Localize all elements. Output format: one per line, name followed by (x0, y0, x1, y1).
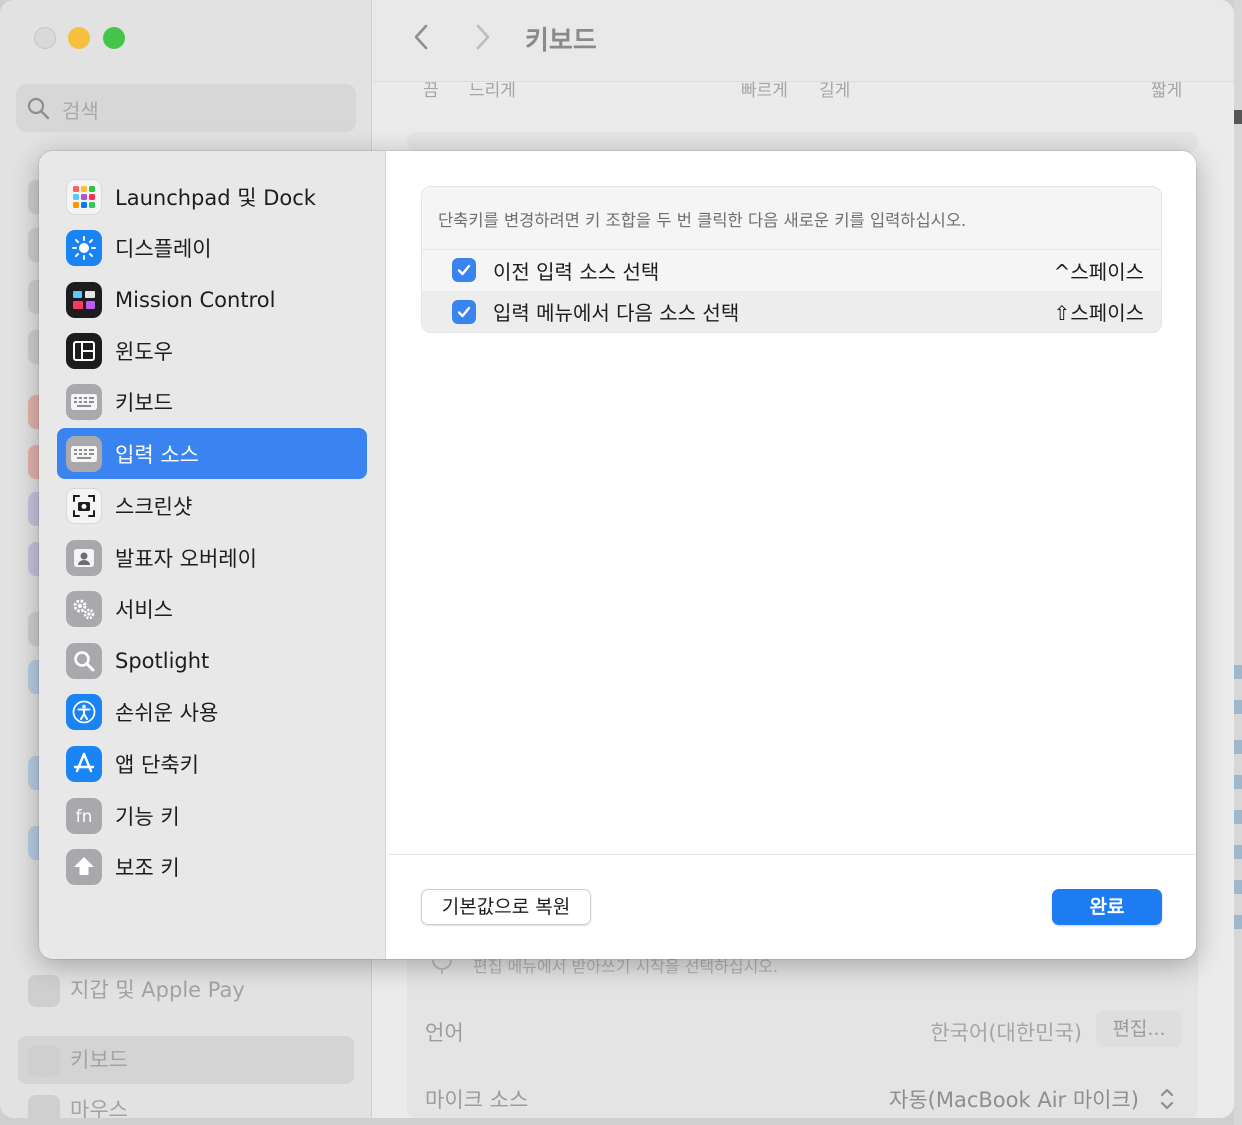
done-button[interactable]: 완료 (1052, 889, 1162, 925)
category-label: 스크린샷 (115, 494, 193, 519)
popup-stepper-icon[interactable] (1156, 1084, 1178, 1114)
category-presenter-overlay[interactable]: 발표자 오버레이 (57, 532, 367, 583)
category-windows[interactable]: 윈도우 (57, 325, 367, 376)
category-accessibility[interactable]: 손쉬운 사용 (57, 686, 367, 737)
edge-mark (1234, 775, 1242, 789)
display-icon (66, 229, 102, 266)
sidebar-item-wallet[interactable]: 지갑 및 Apple Pay (28, 974, 245, 1007)
forward-chevron-icon[interactable] (465, 20, 499, 54)
category-label: 앱 단축키 (115, 752, 199, 777)
app-shortcuts-icon (66, 745, 102, 782)
category-function-keys[interactable]: fn 기능 키 (57, 790, 367, 841)
category-label: 손쉬운 사용 (115, 700, 219, 725)
services-icon (66, 590, 102, 627)
edge-mark (1234, 915, 1242, 929)
category-label: 디스플레이 (115, 236, 212, 261)
function-keys-icon: fn (66, 797, 102, 834)
edge-mark (1234, 665, 1242, 679)
edge-mark (1234, 845, 1242, 859)
category-displays[interactable]: 디스플레이 (57, 222, 367, 273)
sidebar-item-keyboard[interactable]: 키보드 (28, 1044, 128, 1077)
category-launchpad-dock[interactable]: Launchpad 및 Dock (57, 171, 367, 222)
window-close-button[interactable] (34, 27, 56, 49)
category-spotlight[interactable]: Spotlight (57, 635, 367, 686)
category-input-sources[interactable]: 입력 소스 (57, 428, 367, 479)
shortcut-label: 이전 입력 소스 선택 (493, 259, 660, 284)
shortcut-keys[interactable]: ^스페이스 (1054, 256, 1144, 285)
category-label: 윈도우 (115, 339, 173, 364)
category-label: 발표자 오버레이 (115, 546, 257, 571)
adjacent-window-edge (1234, 0, 1242, 1125)
search-icon (27, 97, 50, 120)
keyboard-shortcuts-sheet: Launchpad 및 Dock 디스플레이 Mission Control 윈… (39, 151, 1196, 959)
toolbar: 키보드 (373, 0, 1234, 82)
category-modifier-keys[interactable]: 보조 키 (57, 841, 367, 892)
shortcut-row-next-source[interactable]: 입력 메뉴에서 다음 소스 선택 ⇧스페이스 (422, 291, 1161, 332)
category-label: 입력 소스 (115, 442, 199, 467)
screenshot-icon (66, 487, 102, 524)
spotlight-icon (66, 642, 102, 679)
shortcut-hint: 단축키를 변경하려면 키 조합을 두 번 클릭한 다음 새로운 키를 입력하십시… (438, 211, 967, 230)
back-chevron-icon[interactable] (405, 20, 439, 54)
restore-defaults-button[interactable]: 기본값으로 복원 (421, 889, 591, 925)
category-screenshots[interactable]: 스크린샷 (57, 480, 367, 531)
keyboard-icon (28, 1045, 60, 1077)
edge-mark (1234, 810, 1242, 824)
checkmark-icon (457, 264, 471, 276)
checkmark-icon (457, 306, 471, 317)
window-zoom-button[interactable] (103, 27, 125, 49)
shortcut-keys[interactable]: ⇧스페이스 (1054, 297, 1144, 326)
category-label: Spotlight (115, 648, 210, 673)
edge-mark (1234, 880, 1242, 894)
input-sources-icon (66, 435, 102, 472)
category-services[interactable]: 서비스 (57, 583, 367, 634)
window-title: 키보드 (525, 26, 597, 56)
shortcut-label: 입력 메뉴에서 다음 소스 선택 (493, 301, 740, 325)
slider-label: 짧게 (1151, 81, 1183, 101)
category-app-shortcuts[interactable]: 앱 단축키 (57, 738, 367, 789)
keyboard-icon (66, 383, 102, 420)
presenter-overlay-icon (66, 539, 102, 576)
category-label: Mission Control (115, 287, 276, 312)
edge-mark (1234, 740, 1242, 754)
shortcut-list: 단축키를 변경하려면 키 조합을 두 번 클릭한 다음 새로운 키를 입력하십시… (421, 186, 1162, 333)
shortcuts-category-list: Launchpad 및 Dock 디스플레이 Mission Control 윈… (39, 151, 386, 959)
category-mission-control[interactable]: Mission Control (57, 274, 367, 325)
mic-source-value[interactable]: 자동(MacBook Air 마이크) (889, 1084, 1139, 1114)
footer-divider (387, 854, 1196, 855)
category-label: 기능 키 (115, 804, 180, 829)
launchpad-icon (66, 178, 102, 215)
language-value: 한국어(대한민국) (930, 1021, 1082, 1045)
language-edit-button[interactable]: 편집... (1096, 1011, 1182, 1047)
category-keyboard[interactable]: 키보드 (57, 376, 367, 427)
sidebar-item-mouse[interactable]: 마우스 (28, 1094, 128, 1118)
previous-source-checkbox[interactable] (452, 258, 476, 282)
edge-mark (1234, 110, 1242, 124)
next-source-checkbox[interactable] (452, 299, 476, 324)
language-label: 언어 (425, 1021, 464, 1045)
search-placeholder: 검색 (62, 99, 99, 123)
windows-icon (66, 332, 102, 369)
accessibility-icon (66, 693, 102, 730)
category-label: Launchpad 및 Dock (115, 185, 316, 210)
shortcut-row-previous-source[interactable]: 이전 입력 소스 선택 ^스페이스 (422, 249, 1161, 290)
wallet-icon (28, 975, 60, 1007)
slider-label: 끔 (423, 81, 439, 101)
shortcuts-detail-pane: 단축키를 변경하려면 키 조합을 두 번 클릭한 다음 새로운 키를 입력하십시… (387, 151, 1196, 959)
mic-source-label: 마이크 소스 (425, 1088, 529, 1112)
category-label: 키보드 (115, 390, 173, 415)
modifier-keys-icon (66, 848, 102, 885)
slider-label: 길게 (819, 81, 851, 101)
category-label: 서비스 (115, 597, 173, 622)
window-minimize-button[interactable] (68, 27, 90, 49)
edge-mark (1234, 700, 1242, 714)
settings-card (407, 132, 1198, 152)
mouse-icon (28, 1095, 60, 1118)
category-label: 보조 키 (115, 855, 180, 880)
slider-label: 느리게 (469, 81, 516, 101)
svg-text:fn: fn (76, 807, 93, 827)
mission-control-icon (66, 281, 102, 318)
slider-label: 빠르게 (741, 81, 788, 101)
